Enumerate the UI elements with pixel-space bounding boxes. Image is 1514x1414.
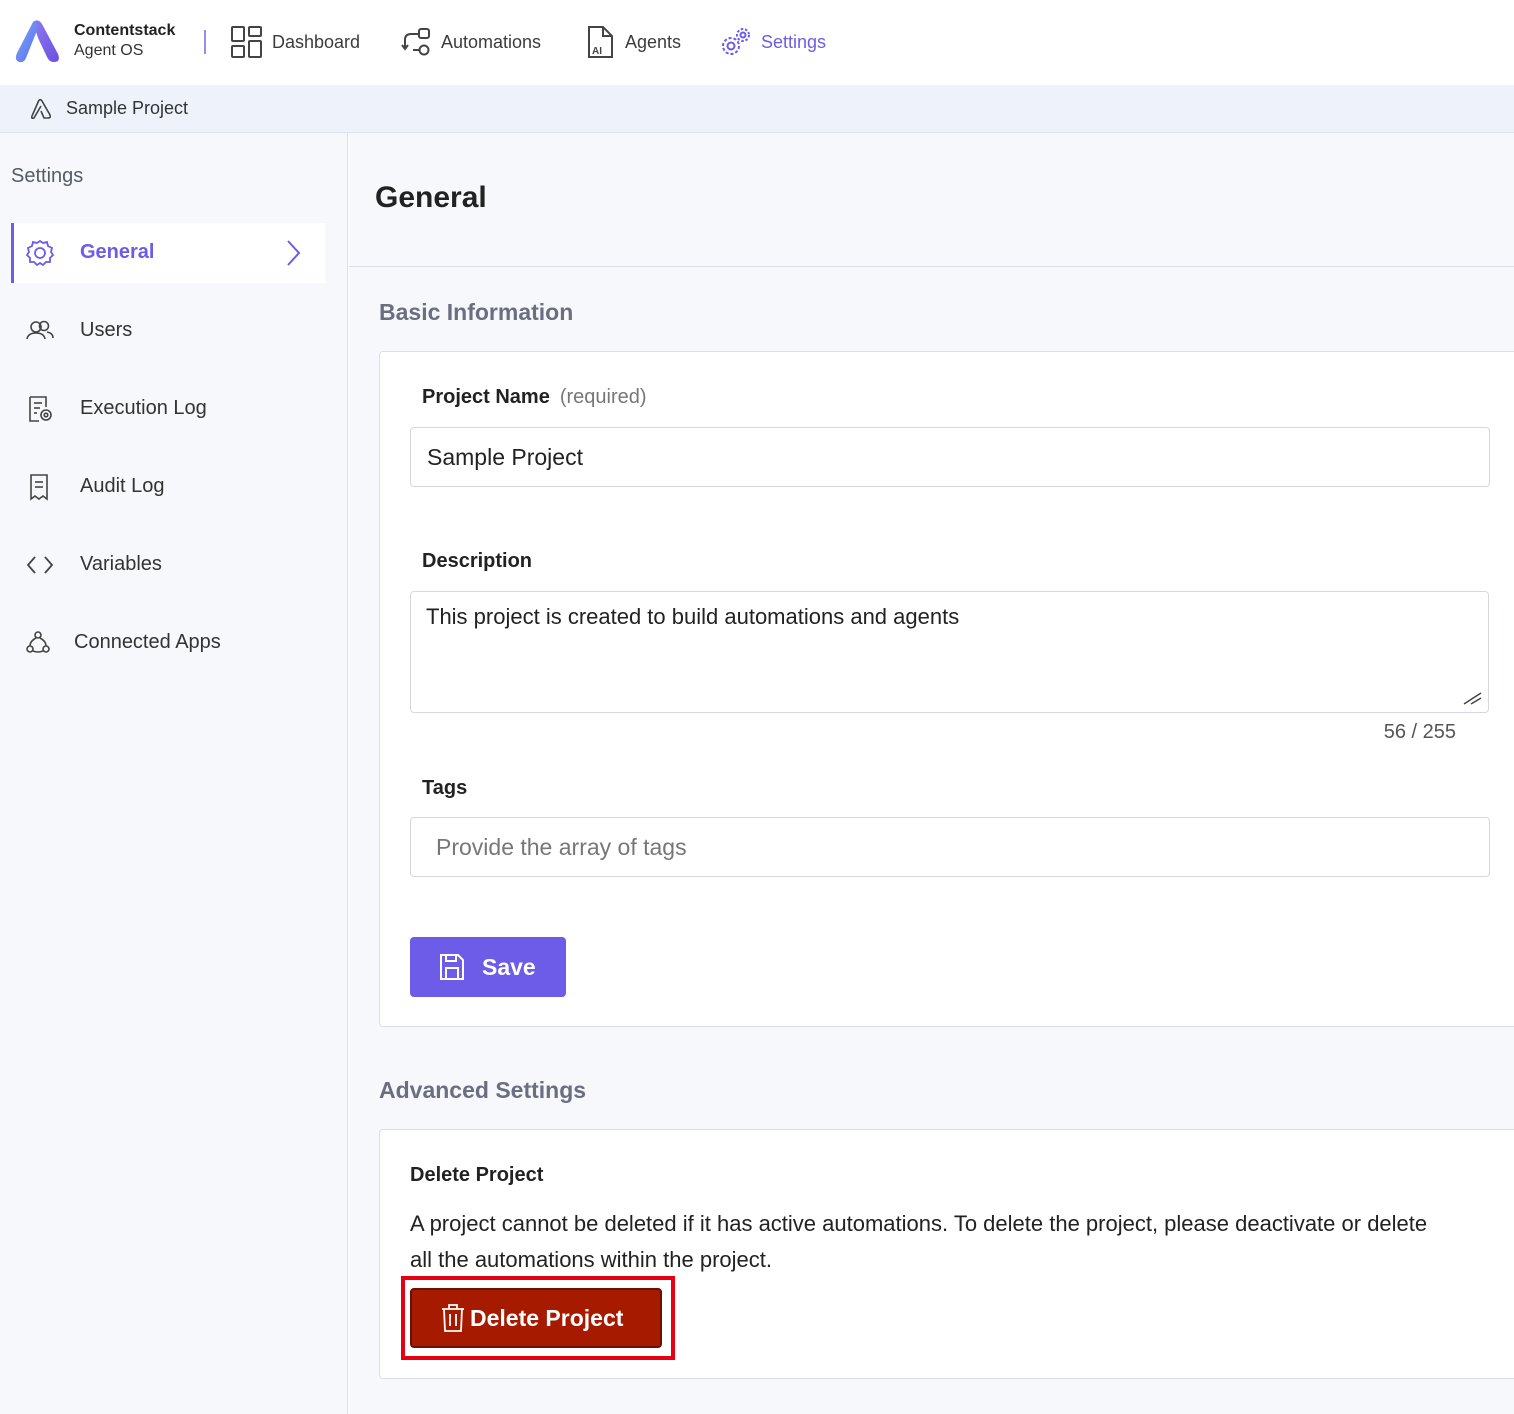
- settings-sidebar: Settings General Users Execution Log Aud…: [0, 133, 348, 1414]
- resize-grip-icon[interactable]: [1462, 689, 1482, 705]
- brand-product: Agent OS: [74, 42, 144, 59]
- main-content: General Basic Information Project Name (r…: [349, 133, 1514, 1414]
- page-header: General: [349, 133, 1514, 267]
- execution-log-icon: [29, 396, 52, 422]
- project-name[interactable]: Sample Project: [66, 98, 188, 119]
- project-icon: [30, 98, 52, 120]
- contentstack-logo-icon: [15, 20, 59, 63]
- nav-dashboard-label: Dashboard: [272, 31, 361, 52]
- project-name-label: Project Name (required): [422, 386, 647, 409]
- save-button-label: Save: [482, 953, 536, 980]
- basic-information-card: Project Name (required) Description This …: [379, 351, 1514, 1027]
- delete-project-button[interactable]: Delete Project: [410, 1288, 662, 1348]
- project-name-label-text: Project Name: [422, 386, 550, 408]
- code-brackets-icon: [26, 556, 54, 574]
- description-label: Description: [422, 550, 533, 572]
- sidebar-item-users-label: Users: [80, 319, 133, 341]
- nav-agents[interactable]: AI Agents: [585, 22, 681, 62]
- top-navigation: Contentstack Agent OS Dashboard Automati…: [0, 0, 1514, 85]
- trash-icon: [442, 1304, 464, 1332]
- sidebar-item-users[interactable]: Users: [11, 301, 325, 361]
- tags-input[interactable]: [410, 817, 1490, 877]
- description-char-counter: 56 / 255: [1383, 721, 1456, 743]
- save-button[interactable]: Save: [410, 937, 566, 997]
- sidebar-item-general[interactable]: General: [11, 223, 325, 283]
- save-icon: [440, 954, 464, 980]
- sidebar-item-audit-log[interactable]: Audit Log: [11, 457, 325, 517]
- users-icon: [26, 320, 54, 340]
- svg-text:AI: AI: [592, 46, 602, 57]
- tags-label: Tags: [422, 777, 468, 799]
- sidebar-item-variables[interactable]: Variables: [11, 535, 325, 595]
- advanced-settings-title: Advanced Settings: [379, 1077, 587, 1103]
- chevron-right-icon: [287, 240, 301, 266]
- nav-dashboard[interactable]: Dashboard: [230, 22, 360, 62]
- project-name-input[interactable]: [410, 427, 1490, 487]
- agents-icon: AI: [588, 26, 613, 58]
- audit-log-icon: [30, 474, 48, 501]
- brand-name: Contentstack: [74, 22, 176, 39]
- sidebar-item-execution-log[interactable]: Execution Log: [11, 379, 325, 439]
- sidebar-item-execution-log-label: Execution Log: [80, 397, 207, 419]
- gear-icon: [25, 239, 55, 267]
- nav-settings[interactable]: Settings: [719, 22, 826, 62]
- delete-project-title: Delete Project: [410, 1164, 544, 1186]
- required-hint: (required): [559, 386, 647, 408]
- nav-automations-label: Automations: [441, 31, 542, 52]
- delete-project-description: A project cannot be deleted if it has ac…: [410, 1211, 1428, 1272]
- delete-project-button-label: Delete Project: [470, 1304, 624, 1331]
- automations-icon: [401, 28, 430, 56]
- nav-divider: [204, 30, 206, 54]
- sidebar-item-connected-apps[interactable]: Connected Apps: [11, 613, 325, 673]
- nav-agents-label: Agents: [625, 31, 682, 52]
- sidebar-title: Settings: [11, 165, 84, 187]
- dashboard-icon: [231, 26, 262, 58]
- sidebar-item-variables-label: Variables: [80, 553, 162, 575]
- connected-apps-icon: [26, 631, 50, 653]
- page-title: General: [375, 181, 487, 214]
- description-textarea[interactable]: This project is created to build automat…: [410, 591, 1489, 713]
- sidebar-item-audit-log-label: Audit Log: [80, 475, 165, 497]
- basic-information-title: Basic Information: [379, 299, 574, 325]
- advanced-settings-card: Delete Project A project cannot be delet…: [379, 1129, 1514, 1379]
- nav-settings-label: Settings: [761, 31, 827, 52]
- brand[interactable]: Contentstack Agent OS: [14, 18, 175, 64]
- nav-automations[interactable]: Automations: [401, 22, 541, 62]
- project-bar: Sample Project: [0, 85, 1514, 133]
- sidebar-item-connected-apps-label: Connected Apps: [74, 631, 221, 653]
- settings-gears-icon: [722, 28, 750, 55]
- sidebar-item-general-label: General: [80, 241, 155, 263]
